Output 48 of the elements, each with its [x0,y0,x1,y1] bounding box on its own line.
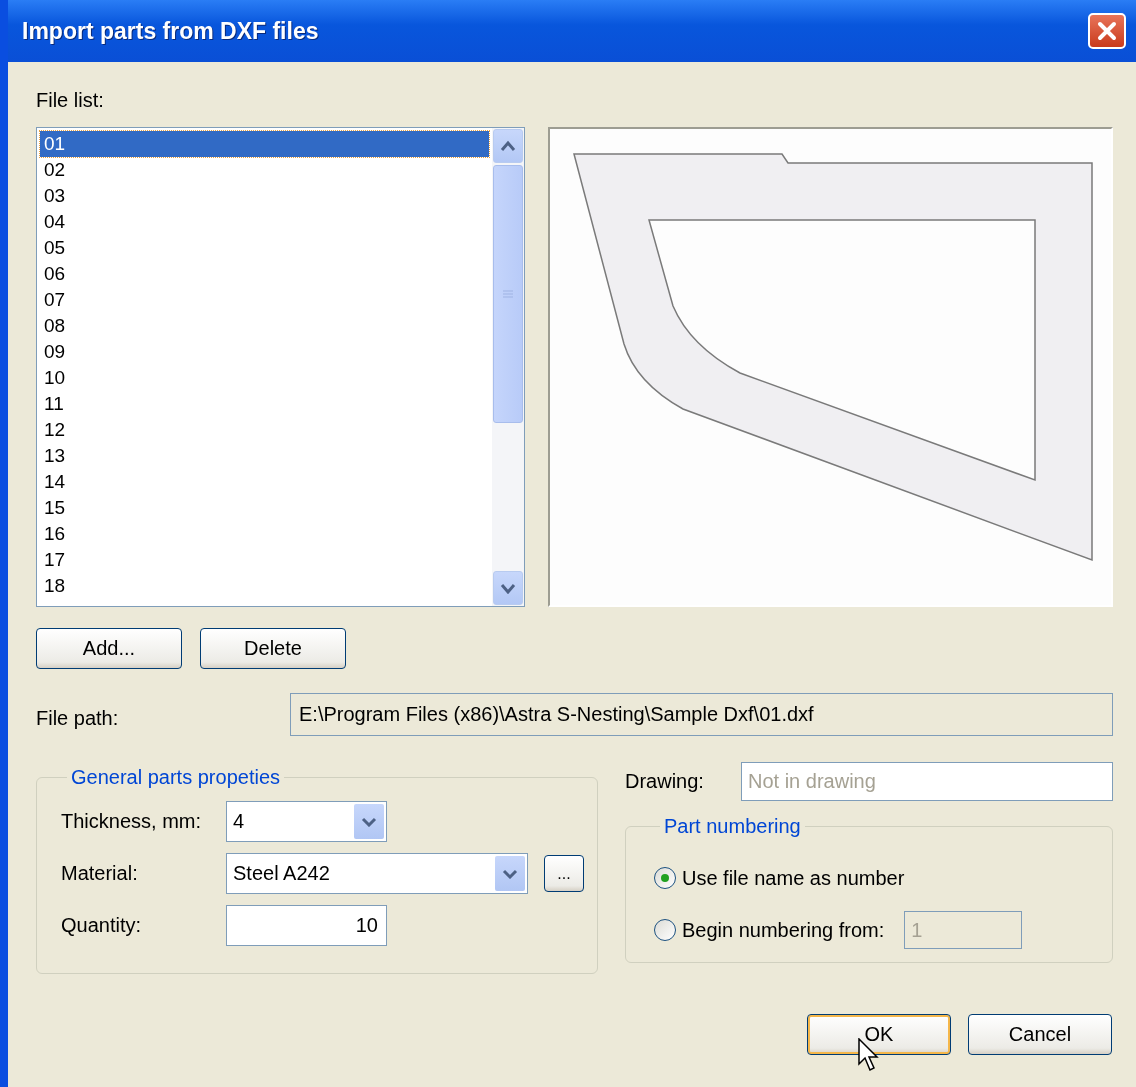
dialog-button[interactable]: Cancel [968,1014,1112,1055]
caret-up-icon [500,140,516,152]
group-title: General parts propeties [70,766,281,789]
field-label: Material: [61,862,139,885]
list-item[interactable]: 04 [40,209,489,235]
scroll-down-button[interactable] [493,571,523,605]
list-item[interactable]: 06 [40,261,489,287]
window-title: Import parts from DXF files [22,17,319,45]
list-action-button[interactable]: Delete [200,628,346,669]
field-label: Quantity: [61,914,143,937]
list-item[interactable]: 01 [40,131,489,157]
list-item[interactable]: 11 [40,391,489,417]
drawing-label: Drawing: [625,770,705,793]
radio-option[interactable]: Begin numbering from: [654,918,885,942]
list-item[interactable]: 13 [40,443,489,469]
list-item[interactable]: 18 [40,573,489,599]
file-path-label: File path: [36,706,120,730]
group-title: Part numbering [663,815,802,838]
thickness-dropdown[interactable]: 4 [226,801,387,842]
radio-button[interactable] [654,919,676,941]
field-label: Thickness, mm: [61,810,203,833]
file-list-label: File list: [36,88,105,112]
scroll-thumb[interactable] [493,165,523,423]
radio-option[interactable]: Use file name as number [654,866,905,890]
dialog-button[interactable]: OK [807,1014,951,1055]
scroll-up-button[interactable] [493,129,523,163]
list-item[interactable]: 15 [40,495,489,521]
material-dropdown[interactable]: Steel A242 [226,853,528,894]
list-item[interactable]: 12 [40,417,489,443]
list-item[interactable]: 17 [40,547,489,573]
scrollbar[interactable] [492,128,524,606]
list-item[interactable]: 02 [40,157,489,183]
list-item[interactable]: 03 [40,183,489,209]
list-item[interactable]: 08 [40,313,489,339]
list-item[interactable]: 05 [40,235,489,261]
browse-button[interactable]: ... [544,855,584,892]
close-button[interactable] [1088,13,1126,49]
list-item[interactable]: 16 [40,521,489,547]
list-item[interactable]: 09 [40,339,489,365]
close-icon [1096,20,1118,42]
caret-down-icon [500,582,516,594]
file-path-field[interactable]: E:\Program Files (x86)\Astra S-Nesting\Sample Dxf\01.dxf [290,693,1113,736]
radio-button[interactable] [654,867,676,889]
list-item[interactable]: 14 [40,469,489,495]
list-item[interactable]: 10 [40,365,489,391]
list-item[interactable]: 07 [40,287,489,313]
quantity-field[interactable]: 10 [226,905,387,946]
list-action-button[interactable]: Add... [36,628,182,669]
